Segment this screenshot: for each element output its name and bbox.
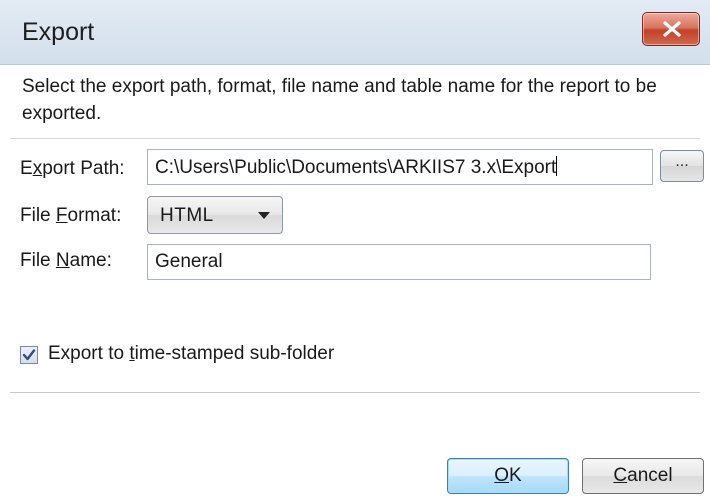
- browse-button[interactable]: ...: [660, 150, 704, 182]
- close-button[interactable]: [642, 12, 700, 46]
- file-format-select[interactable]: HTML: [147, 196, 283, 234]
- timestamp-subfolder-checkbox[interactable]: [20, 346, 38, 364]
- cancel-button[interactable]: Cancel: [582, 458, 704, 494]
- file-format-value: HTML: [160, 205, 214, 226]
- checkmark-icon: [22, 349, 36, 361]
- dialog-title: Export: [22, 18, 95, 46]
- ok-button[interactable]: OK: [447, 458, 569, 494]
- bottom-divider: [10, 392, 700, 393]
- close-x-icon: [663, 21, 681, 37]
- timestamp-subfolder-label[interactable]: Export to time-stamped sub-folder: [48, 343, 334, 365]
- export-path-value: C:\Users\Public\Documents\ARKIIS7 3.x\Ex…: [155, 157, 557, 178]
- text-caret: [556, 156, 558, 176]
- export-path-label: Export Path:: [20, 158, 125, 179]
- export-path-input[interactable]: C:\Users\Public\Documents\ARKIIS7 3.x\Ex…: [147, 149, 653, 185]
- file-name-input[interactable]: General: [147, 244, 651, 280]
- file-format-label: File Format:: [20, 205, 122, 226]
- top-divider: [10, 138, 700, 139]
- file-name-value: General: [155, 251, 223, 272]
- description-text: Select the export path, format, file nam…: [22, 76, 657, 124]
- title-bar[interactable]: Export: [0, 0, 710, 65]
- dropdown-arrow-icon: [258, 212, 270, 219]
- file-name-label: File Name:: [20, 250, 112, 271]
